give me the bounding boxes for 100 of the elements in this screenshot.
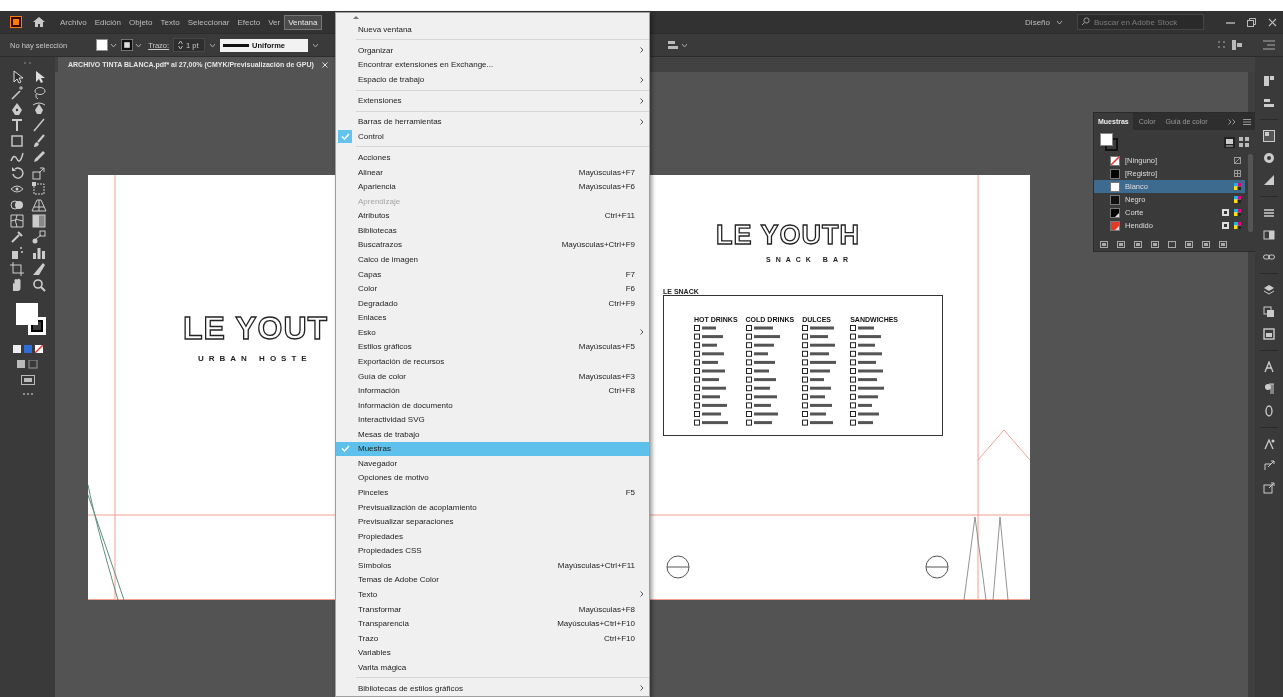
transform-icon[interactable] xyxy=(1263,460,1275,472)
menu-item[interactable]: Transformar Mayúsculas+F8 xyxy=(336,601,649,617)
export-icon[interactable] xyxy=(1263,482,1275,494)
artboard-icon[interactable] xyxy=(7,261,26,277)
fill-stroke-preview[interactable] xyxy=(1100,133,1118,151)
menu[interactable]: Archivo xyxy=(56,14,91,30)
mesh-icon[interactable] xyxy=(7,213,26,229)
gradient-panel-icon[interactable] xyxy=(1263,174,1275,186)
menu-item[interactable]: Mesas de trabajo xyxy=(336,426,649,442)
color-wheel-icon[interactable] xyxy=(1263,152,1275,164)
screen-mode-icon[interactable] xyxy=(20,375,35,386)
menu[interactable]: Ver xyxy=(264,14,285,30)
list-view-icon[interactable] xyxy=(1224,136,1235,148)
menu-item[interactable]: Símbolos Mayúsculas+Ctrl+F11 xyxy=(336,558,649,573)
menu[interactable]: Ventana xyxy=(284,14,322,30)
stroke-swatch[interactable] xyxy=(121,39,134,51)
transparency-icon[interactable] xyxy=(1263,229,1275,241)
menu-item[interactable]: Información de documento xyxy=(336,397,649,413)
menu[interactable]: Edición xyxy=(90,14,125,30)
perspective-grid-icon[interactable] xyxy=(29,197,48,213)
restore-icon[interactable] xyxy=(1247,17,1256,27)
more-tools-icon[interactable] xyxy=(21,392,34,396)
distribute-icon[interactable] xyxy=(1231,39,1243,51)
weight-caret-icon[interactable] xyxy=(209,42,217,48)
menu-item[interactable]: Varita mágica xyxy=(336,659,649,675)
menu-item[interactable]: Previsualizar separaciones xyxy=(336,514,649,529)
menu-item[interactable]: Navegador xyxy=(336,456,649,471)
menu-item[interactable]: Propiedades CSS xyxy=(336,543,649,559)
menu-item[interactable]: Calco de imagen xyxy=(336,252,649,267)
stroke-panel-icon[interactable] xyxy=(1263,207,1275,219)
links-icon[interactable] xyxy=(1263,251,1275,263)
menu-item[interactable]: Alinear Mayúsculas+F7 xyxy=(336,164,649,180)
scale-icon[interactable] xyxy=(29,165,48,181)
panel-menu-icon[interactable] xyxy=(1243,118,1251,125)
menu-item[interactable]: Color F6 xyxy=(336,281,649,296)
menu-item[interactable]: Texto xyxy=(336,587,649,602)
menu-item[interactable]: Bibliotecas xyxy=(336,223,649,238)
frame-icon[interactable] xyxy=(1263,328,1275,340)
menu-item[interactable]: Control xyxy=(336,129,649,144)
profile-caret-icon[interactable] xyxy=(312,42,320,48)
fill-caret-icon[interactable] xyxy=(110,42,118,48)
menu-item[interactable]: Acciones xyxy=(336,150,649,165)
copy-icon[interactable] xyxy=(1263,306,1275,318)
menu-item[interactable]: Organizar xyxy=(336,43,649,58)
home-icon[interactable] xyxy=(32,16,46,28)
opentype-icon[interactable] xyxy=(1263,405,1275,417)
menu-item[interactable]: Estilos gráficos Mayúsculas+F5 xyxy=(336,339,649,355)
app-logo-icon[interactable] xyxy=(10,16,22,28)
swatches-icon[interactable] xyxy=(1263,130,1275,142)
align-caret-icon[interactable] xyxy=(681,42,689,48)
shape-builder-icon[interactable] xyxy=(7,197,26,213)
menu-item[interactable]: Espacio de trabajo xyxy=(336,72,649,87)
menu-item[interactable]: Información Ctrl+F8 xyxy=(336,383,649,398)
fill-color-swatch[interactable] xyxy=(15,303,38,325)
menu-item[interactable]: Temas de Adobe Color xyxy=(336,572,649,588)
workspace-switcher[interactable]: Diseño xyxy=(1025,17,1063,27)
stroke-caret-icon[interactable] xyxy=(135,42,143,48)
color-mode-icons[interactable] xyxy=(12,345,43,354)
menu-item[interactable]: Trazo Ctrl+F10 xyxy=(336,630,649,646)
search-field[interactable]: Buscar en Adobe Stock xyxy=(1077,14,1204,30)
menu-item[interactable]: Propiedades xyxy=(336,528,649,544)
menu-item[interactable]: Guía de color Mayúsculas+F3 xyxy=(336,368,649,384)
menu-item[interactable]: Buscatrazos Mayúsculas+Ctrl+F9 xyxy=(336,237,649,253)
layers-icon[interactable] xyxy=(1263,284,1275,296)
menu-item[interactable]: Nueva ventana xyxy=(336,21,649,37)
menu-item[interactable]: Esko xyxy=(336,325,649,340)
free-transform-icon[interactable] xyxy=(29,181,48,197)
grid-view-icon[interactable] xyxy=(1239,137,1249,147)
close-icon[interactable] xyxy=(321,61,328,68)
glyphs-icon[interactable] xyxy=(1263,438,1275,450)
menu-item[interactable]: Apariencia Mayúsculas+F6 xyxy=(336,179,649,194)
menu-item[interactable]: Degradado Ctrl+F9 xyxy=(336,295,649,311)
scroll-up-icon[interactable] xyxy=(353,15,359,20)
menu-item[interactable]: Barras de herramientas xyxy=(336,114,649,130)
collapse-icon[interactable] xyxy=(1228,118,1236,125)
close-icon[interactable] xyxy=(1268,17,1277,27)
menu-item[interactable]: Atributos Ctrl+F11 xyxy=(336,208,649,224)
menu-item[interactable]: Capas F7 xyxy=(336,266,649,282)
menu-item[interactable]: Pinceles F5 xyxy=(336,485,649,500)
menu-item[interactable]: Bibliotecas de estilos gráficos xyxy=(336,681,649,696)
grid-dots-icon[interactable] xyxy=(1217,40,1227,50)
gradient-icon[interactable] xyxy=(29,213,48,229)
menu-item[interactable]: Extensiones xyxy=(336,93,649,108)
menu-item[interactable]: Interactividad SVG xyxy=(336,412,649,427)
fill-swatch[interactable] xyxy=(96,39,109,51)
menu[interactable]: Objeto xyxy=(124,14,157,30)
align-panel-icon[interactable] xyxy=(1263,97,1275,109)
menu-item[interactable]: Enlaces xyxy=(336,310,649,326)
menu-item[interactable]: Variables xyxy=(336,645,649,660)
menu[interactable]: Texto xyxy=(156,14,184,30)
stroke-color-swatch[interactable] xyxy=(27,317,46,335)
menu[interactable]: Efecto xyxy=(233,14,265,30)
menu[interactable]: Seleccionar xyxy=(183,14,234,30)
menu-item[interactable]: Previsualización de acoplamiento xyxy=(336,499,649,515)
align-icon[interactable] xyxy=(667,39,680,51)
draw-mode-icons[interactable] xyxy=(16,360,39,369)
menu-item[interactable]: Transparencia Mayúsculas+Ctrl+F10 xyxy=(336,616,649,631)
artboards-icon[interactable] xyxy=(1263,75,1275,87)
scrollbar-thumb[interactable] xyxy=(1248,154,1253,232)
menu-item[interactable]: Exportación de recursos xyxy=(336,354,649,369)
